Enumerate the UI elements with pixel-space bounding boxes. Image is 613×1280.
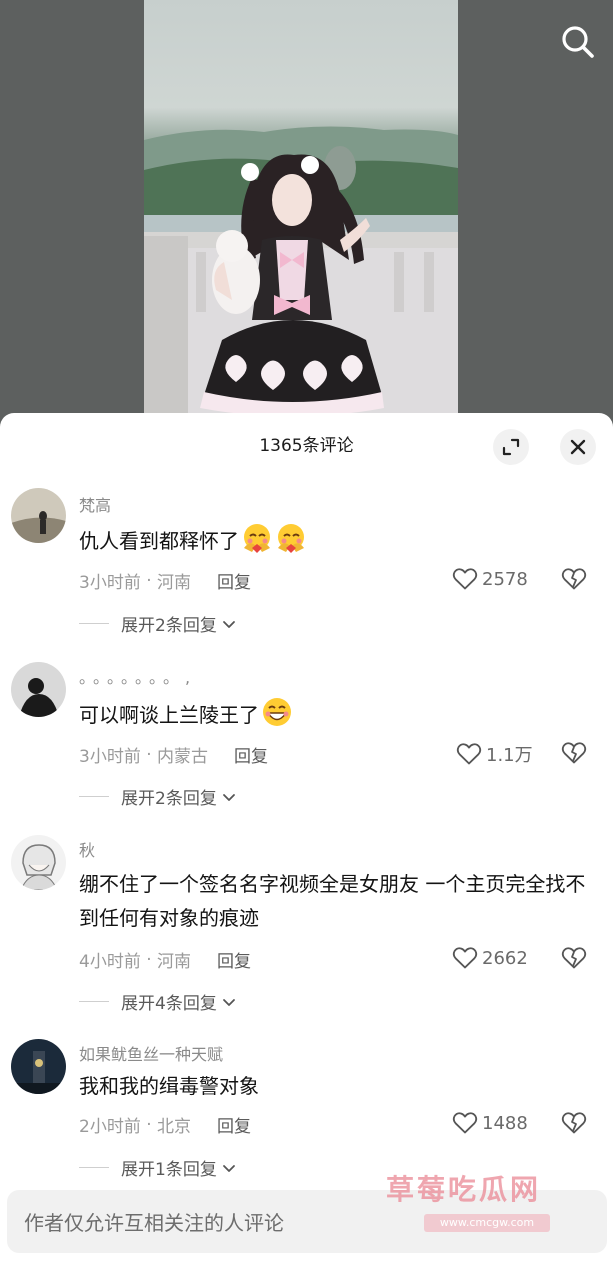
comment-meta: 2小时前 · 北京 回复	[79, 1112, 251, 1138]
broken-heart-icon	[561, 568, 587, 590]
comment-time: 2小时前	[79, 1117, 141, 1137]
broken-heart-icon	[561, 947, 587, 969]
broken-heart-icon	[561, 742, 587, 764]
comment-meta: 3小时前 · 河南 回复	[79, 568, 251, 594]
comment-text-content: 绷不住了一个签名名字视频全是女朋友 一个主页完全找不到任何有对象的痕迹	[79, 872, 586, 930]
meta-separator: ·	[140, 1114, 158, 1135]
close-button[interactable]	[560, 429, 596, 465]
search-icon	[562, 26, 594, 58]
meta-separator: ·	[140, 744, 158, 765]
fullscreen-icon	[502, 438, 520, 456]
meta-separator: ·	[140, 570, 158, 591]
comment-text: 绷不住了一个签名名字视频全是女朋友 一个主页完全找不到任何有对象的痕迹	[79, 867, 604, 935]
like-button[interactable]: 2578	[452, 567, 528, 591]
search-button[interactable]	[558, 22, 598, 62]
chevron-down-icon	[222, 998, 235, 1006]
close-icon	[570, 439, 586, 455]
comment-text-content: 仇人看到都释怀了	[79, 529, 239, 553]
reply-button[interactable]: 回复	[217, 947, 251, 972]
heart-icon	[452, 947, 478, 969]
avatar[interactable]	[11, 662, 66, 717]
expand-replies-button[interactable]: 展开4条回复	[79, 989, 237, 1014]
video-player[interactable]	[0, 0, 613, 430]
avatar[interactable]	[11, 488, 66, 543]
comment-text-content: 可以啊谈上兰陵王了	[79, 703, 259, 727]
like-count: 2578	[482, 568, 528, 590]
expand-replies-label: 展开2条回复	[121, 789, 217, 809]
comment-time: 3小时前	[79, 747, 141, 767]
expand-replies-label: 展开1条回复	[121, 1160, 217, 1180]
comment-meta: 3小时前 · 内蒙古 回复	[79, 742, 268, 768]
like-button[interactable]: 2662	[452, 946, 528, 970]
comment-input-disabled[interactable]: 作者仅允许互相关注的人评论	[7, 1190, 607, 1253]
comment-text: 我和我的缉毒警对象	[79, 1069, 604, 1103]
expand-replies-button[interactable]: 展开2条回复	[79, 611, 237, 636]
heart-icon	[452, 568, 478, 590]
meta-separator: ·	[140, 949, 158, 970]
dislike-button[interactable]	[561, 741, 587, 769]
dislike-button[interactable]	[561, 1111, 587, 1139]
comment-location: 河南	[157, 952, 192, 972]
video-frame[interactable]	[144, 0, 458, 430]
hug-emoji	[241, 522, 273, 554]
dislike-button[interactable]	[561, 946, 587, 974]
like-button[interactable]: 1.1万	[456, 741, 533, 767]
like-button[interactable]: 1488	[452, 1111, 528, 1135]
comment-sheet: 1365条评论 梵高 仇人看到都释怀了 3小时前 · 河南 回复 2578 展开…	[0, 413, 613, 1280]
chevron-down-icon	[222, 1164, 235, 1172]
expand-replies-label: 展开4条回复	[121, 994, 217, 1014]
comment-time: 3小时前	[79, 573, 141, 593]
like-count: 1488	[482, 1112, 528, 1134]
reply-button[interactable]: 回复	[217, 1112, 251, 1137]
grin-emoji	[261, 696, 293, 728]
comment-text-content: 我和我的缉毒警对象	[79, 1074, 259, 1098]
chevron-down-icon	[222, 620, 235, 628]
comment-meta: 4小时前 · 河南 回复	[79, 947, 251, 973]
expand-replies-label: 展开2条回复	[121, 616, 217, 636]
dislike-button[interactable]	[561, 567, 587, 595]
like-count: 1.1万	[486, 745, 533, 766]
divider-line	[79, 1001, 109, 1002]
comment-text: 仇人看到都释怀了	[79, 522, 604, 558]
divider-line	[79, 1167, 109, 1168]
hug-emoji	[275, 522, 307, 554]
chevron-down-icon	[222, 793, 235, 801]
comment-location: 内蒙古	[157, 747, 209, 767]
expand-replies-button[interactable]: 展开1条回复	[79, 1155, 237, 1180]
comment-time: 4小时前	[79, 952, 141, 972]
video-still-image	[144, 126, 458, 430]
comment-location: 河南	[157, 573, 192, 593]
avatar[interactable]	[11, 835, 66, 890]
comment-username[interactable]: 秋	[79, 837, 95, 861]
comment-username[interactable]: 梵高	[79, 492, 111, 516]
heart-icon	[456, 743, 482, 765]
comment-username[interactable]: 。。。。。。。,	[79, 664, 196, 688]
divider-line	[79, 796, 109, 797]
broken-heart-icon	[561, 1112, 587, 1134]
divider-line	[79, 623, 109, 624]
heart-icon	[452, 1112, 478, 1134]
comment-text: 可以啊谈上兰陵王了	[79, 696, 604, 732]
comment-location: 北京	[157, 1117, 192, 1137]
reply-button[interactable]: 回复	[217, 568, 251, 593]
avatar[interactable]	[11, 1039, 66, 1094]
expand-replies-button[interactable]: 展开2条回复	[79, 784, 237, 809]
fullscreen-button[interactable]	[493, 429, 529, 465]
like-count: 2662	[482, 947, 528, 969]
reply-button[interactable]: 回复	[234, 742, 268, 767]
comment-username[interactable]: 如果鱿鱼丝一种天赋	[79, 1041, 223, 1065]
